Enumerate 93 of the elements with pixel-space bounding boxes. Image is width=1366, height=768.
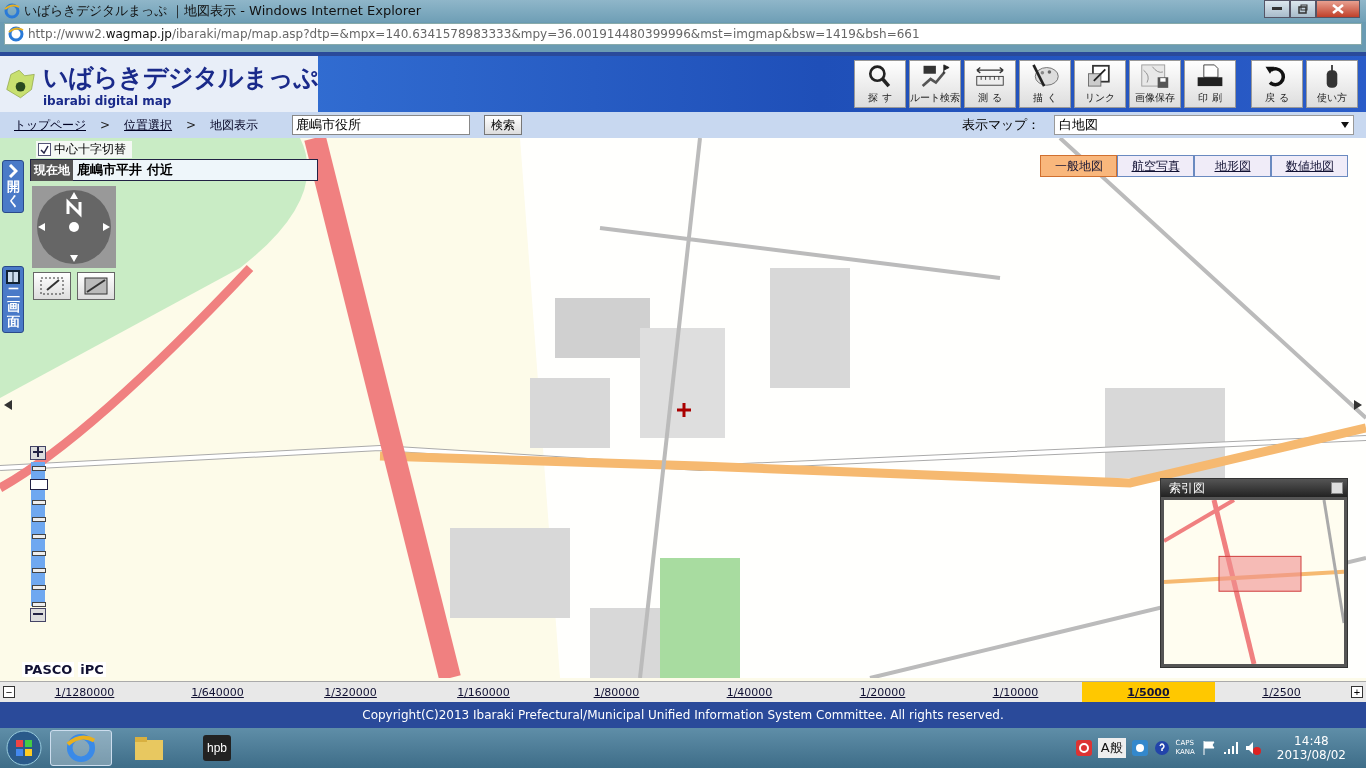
- close-icon: [1332, 4, 1344, 14]
- crosshair-checkbox[interactable]: [38, 143, 51, 156]
- pan-right-icon[interactable]: [1354, 400, 1362, 410]
- restore-icon: [1298, 4, 1308, 14]
- scale-option[interactable]: 1/2500: [1215, 682, 1348, 702]
- save-tool-button[interactable]: 画像保存: [1129, 60, 1181, 108]
- crosshair-toggle-label: 中心十字切替: [54, 141, 126, 158]
- location-value: 鹿嶋市平井 付近: [77, 161, 173, 179]
- restore-button[interactable]: [1290, 0, 1316, 18]
- zoom-out-box-button[interactable]: [33, 272, 71, 300]
- browser-icon: [4, 3, 20, 19]
- location-label: 現在地: [31, 159, 73, 181]
- logo-title: いばらきデジタルまっぷ: [43, 61, 318, 94]
- back-tool-button[interactable]: 戻 る: [1251, 60, 1303, 108]
- window-title: いばらきデジタルまっぷ ｜地図表示 - Windows Internet Explorer: [24, 2, 423, 20]
- zoom-slider[interactable]: [31, 462, 45, 606]
- box-zoom-icon: [83, 276, 109, 296]
- zoom-in-button[interactable]: [30, 446, 46, 460]
- breadcrumb-item[interactable]: 位置選択: [124, 116, 173, 134]
- route-tool-button[interactable]: ルート検索: [909, 60, 961, 108]
- scale-option[interactable]: 1/10000: [949, 682, 1082, 702]
- measure-tool-button[interactable]: 測 る: [964, 60, 1016, 108]
- side-tab[interactable]: 開く: [2, 160, 24, 213]
- folder-icon: [134, 735, 164, 761]
- box-zoom-icon: [39, 276, 65, 296]
- check-icon: [40, 145, 49, 154]
- search-button[interactable]: 検索: [484, 115, 523, 135]
- index-map-drawing[interactable]: [1164, 500, 1344, 664]
- map-layer-tab[interactable]: 一般地図: [1040, 155, 1117, 177]
- search-tool-button[interactable]: 探 す: [854, 60, 906, 108]
- breadcrumb-separator: >: [186, 118, 197, 132]
- breadcrumb-item: 地図表示: [210, 116, 259, 134]
- scale-option[interactable]: 1/80000: [550, 682, 683, 702]
- speaker-muted-icon[interactable]: [1244, 740, 1261, 756]
- search-field[interactable]: 鹿嶋市役所: [292, 115, 471, 135]
- minimize-button[interactable]: [1264, 0, 1290, 18]
- taskbar-app[interactable]: hpb: [186, 730, 248, 766]
- close-button[interactable]: [1316, 0, 1360, 18]
- index-map-title: 索引図: [1169, 479, 1205, 497]
- draw-tool-button[interactable]: 描 く: [1019, 60, 1071, 108]
- flag-icon[interactable]: [1200, 740, 1217, 756]
- palette-icon: [1030, 63, 1060, 88]
- map-select-dropdown[interactable]: 白地図: [1054, 115, 1354, 135]
- provider-logo: PASCO: [22, 662, 75, 677]
- provider-logo: iPC: [78, 662, 106, 677]
- taskbar-app[interactable]: [50, 730, 112, 766]
- map-select-label: 表示マップ：: [962, 116, 1040, 134]
- caret-icon: [1341, 122, 1349, 128]
- zoom-out-button[interactable]: [30, 608, 46, 622]
- scale-option[interactable]: 1/1280000: [18, 682, 151, 702]
- split-screen-icon: [6, 270, 20, 284]
- map-drawing[interactable]: [0, 138, 1366, 678]
- scale-option[interactable]: 1/160000: [417, 682, 550, 702]
- scale-option[interactable]: 1/320000: [284, 682, 417, 702]
- bus-route-icon: [920, 63, 950, 88]
- tray-icon[interactable]: [1131, 740, 1148, 756]
- scale-option[interactable]: 1/20000: [816, 682, 949, 702]
- link-tool-button[interactable]: リンク: [1074, 60, 1126, 108]
- logo-subtitle: ibarabi digital map: [43, 93, 173, 108]
- breadcrumb-item[interactable]: トップページ: [14, 116, 86, 134]
- help-tool-button[interactable]: 使い方: [1306, 60, 1358, 108]
- minimize-icon: [1272, 7, 1282, 11]
- map-layer-tab[interactable]: 地形図: [1194, 155, 1271, 177]
- map-save-icon: [1140, 63, 1170, 88]
- address-field[interactable]: http://www2.wagmap.jp/ibaraki/map/map.asp?dtp=&mpx=140.6341578983333&mpy=36.001914480399996&mst=imgmap&bsw=1419&bsh=661: [4, 23, 1362, 45]
- pan-left-icon[interactable]: [4, 400, 12, 410]
- chevron-right-icon: [8, 164, 18, 178]
- tray-icon[interactable]: [1075, 740, 1092, 756]
- browser-icon: [66, 733, 96, 763]
- zoom-out-button[interactable]: −: [3, 686, 15, 698]
- clock-time: 14:48: [1294, 734, 1329, 748]
- help-icon[interactable]: [1153, 740, 1170, 756]
- navigation-pad-icon[interactable]: [32, 186, 116, 268]
- start-button-icon[interactable]: [4, 729, 44, 767]
- zoom-slider-thumb[interactable]: [30, 479, 48, 490]
- zoom-in-box-button[interactable]: [77, 272, 115, 300]
- scale-option[interactable]: 1/40000: [683, 682, 816, 702]
- zoom-in-button[interactable]: +: [1351, 686, 1363, 698]
- map-layer-tab[interactable]: 航空写真: [1117, 155, 1194, 177]
- signal-icon[interactable]: [1222, 740, 1239, 756]
- browser-icon: [8, 26, 24, 42]
- ime-indicator[interactable]: A般: [1097, 738, 1126, 758]
- plus-icon: [33, 447, 43, 457]
- breadcrumb-separator: >: [100, 118, 111, 132]
- scale-option[interactable]: 1/5000: [1082, 682, 1215, 702]
- scale-option[interactable]: 1/640000: [151, 682, 284, 702]
- minimize-panel-button[interactable]: [1331, 482, 1343, 494]
- side-tab[interactable]: 二画面: [2, 266, 24, 333]
- clock-date: 2013/08/02: [1276, 748, 1346, 762]
- copyright-text: Copyright(C)2013 Ibaraki Prefectural/Municipal Unified Information System Committee. All rights reserved.: [0, 702, 1366, 728]
- print-tool-button[interactable]: 印 刷: [1184, 60, 1236, 108]
- printer-icon: [1195, 63, 1225, 88]
- map-layer-tab[interactable]: 数値地図: [1271, 155, 1348, 177]
